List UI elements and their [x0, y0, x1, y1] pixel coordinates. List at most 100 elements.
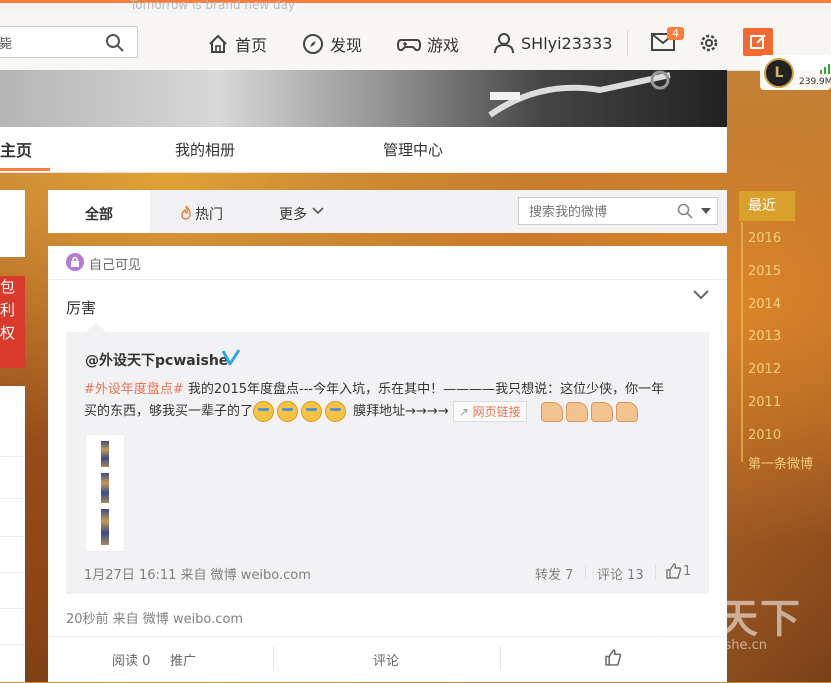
- weibo-search-field[interactable]: [518, 197, 718, 225]
- repost-text-1: 我的2015年度盘点---今年入坑，乐在其中！————我只想说：这位少侠，你一年: [183, 382, 665, 397]
- promote-button[interactable]: 推广: [170, 650, 196, 669]
- extension-speed: 239.9M: [799, 77, 831, 87]
- nav-games[interactable]: 游戏: [397, 32, 459, 56]
- timeline-year-2010[interactable]: 2010: [748, 428, 781, 443]
- comment-button[interactable]: 评论: [373, 650, 399, 669]
- window-top-strip: [0, 0, 831, 14]
- profile-cover-image: [0, 70, 727, 127]
- nav-home[interactable]: 首页: [207, 32, 267, 56]
- link-icon: ↗: [458, 405, 469, 419]
- reposted-card: [66, 332, 709, 594]
- crying-emoji-icon: [325, 401, 347, 422]
- crying-emoji-icon: [301, 401, 323, 422]
- caret-down-icon[interactable]: [701, 208, 711, 214]
- weibo-search-input[interactable]: [527, 202, 671, 222]
- promo-char-1: 包: [0, 278, 16, 296]
- repost-text-3: 膜拜地址→→→→: [349, 404, 449, 419]
- crying-emoji-icon: [277, 401, 299, 422]
- thumbs-up-emoji-icon: [540, 401, 563, 422]
- web-link-chip[interactable]: ↗ 网页链接: [452, 401, 527, 422]
- read-count: 阅读 0: [112, 654, 151, 669]
- watermark-logo: 外设天下: [634, 596, 802, 642]
- chevron-down-icon: [312, 207, 324, 215]
- lock-icon: [66, 253, 84, 271]
- search-value: 毙: [0, 37, 13, 52]
- action-separator: [500, 646, 501, 670]
- repost-image-thumbnail[interactable]: [85, 434, 125, 552]
- nav-divider: [627, 30, 628, 56]
- visibility-label: 自己可见: [89, 258, 142, 273]
- left-promo-card[interactable]: 包 利 权: [0, 276, 25, 368]
- verified-v-icon: [222, 349, 240, 365]
- nav-user[interactable]: SHlyi23333: [493, 32, 612, 54]
- fire-icon: [181, 205, 191, 220]
- repost-forward-count[interactable]: 转发 7: [535, 564, 573, 583]
- hashtag-link[interactable]: #外设年度盘点#: [84, 382, 184, 397]
- repost-text-line1: #外设年度盘点# 我的2015年度盘点---今年入坑，乐在其中！————我只想说…: [84, 378, 664, 397]
- timeline-year-2014[interactable]: 2014: [748, 297, 781, 312]
- search-icon[interactable]: [677, 203, 693, 219]
- tab-home[interactable]: 主页: [0, 137, 32, 161]
- tab-album[interactable]: 我的相册: [175, 139, 235, 160]
- filter-tab-hot[interactable]: 热门: [195, 204, 223, 224]
- gear-icon[interactable]: [698, 32, 720, 54]
- tab-active-underline: [0, 168, 50, 171]
- filter-all-label: 全部: [85, 207, 113, 223]
- post-time-source[interactable]: 20秒前 来自 微博 weibo.com: [66, 608, 243, 627]
- bike-illustration: [488, 70, 671, 118]
- repost-author-link[interactable]: @外设天下pcwaishe: [85, 350, 228, 370]
- post-text: 厉害: [66, 299, 97, 317]
- filter-tab-more[interactable]: 更多: [279, 204, 307, 224]
- promo-char-3: 权: [0, 324, 16, 342]
- thumbs-up-emoji-icon: [565, 401, 588, 422]
- nav-games-label: 游戏: [427, 36, 460, 55]
- meta-separator: [585, 565, 586, 579]
- global-search-input[interactable]: 毙: [0, 26, 138, 58]
- home-icon: [209, 34, 227, 53]
- timeline-year-2015[interactable]: 2015: [748, 264, 781, 279]
- profile-tabs: [0, 127, 727, 173]
- gamepad-icon: [397, 39, 421, 52]
- mail-count-badge: 4: [667, 27, 684, 40]
- repost-comment-count[interactable]: 评论 13: [597, 564, 644, 583]
- post-menu-chevron-icon[interactable]: [693, 290, 709, 300]
- left-info-card: [0, 190, 25, 257]
- user-icon: [494, 33, 514, 54]
- repost-text-2: 买的东西，够我买一辈子的了: [84, 404, 254, 419]
- thumbs-up-emoji-icon: [615, 401, 638, 422]
- nav-discover-label: 发现: [330, 36, 363, 55]
- crying-emoji-icon: [253, 401, 275, 422]
- tab-manage[interactable]: 管理中心: [383, 139, 443, 160]
- timeline-year-2013[interactable]: 2013: [748, 329, 781, 344]
- action-separator: [273, 646, 274, 670]
- like-icon[interactable]: [666, 563, 682, 579]
- signal-bars-icon: [820, 64, 830, 74]
- timeline-year-2016[interactable]: 2016: [748, 231, 781, 246]
- nav-username: SHlyi23333: [521, 33, 613, 53]
- search-icon[interactable]: [105, 33, 125, 53]
- repost-notch: [86, 322, 106, 332]
- repost-like-count: 1: [683, 564, 692, 579]
- thumbs-up-emoji-icon: [590, 401, 613, 422]
- edit-icon: [750, 34, 766, 49]
- like-button-icon[interactable]: [605, 649, 622, 666]
- timeline-line: [741, 222, 743, 462]
- left-list-card: [0, 386, 25, 682]
- nav-discover[interactable]: 发现: [302, 32, 362, 56]
- nav-home-label: 首页: [235, 36, 268, 55]
- timeline-recent[interactable]: 最近: [739, 191, 795, 221]
- watermark-url: www.pcwaishe.cn: [652, 638, 767, 653]
- timeline-year-2012[interactable]: 2012: [748, 362, 781, 377]
- web-link-label: 网页链接: [472, 405, 521, 419]
- timeline-year-2011[interactable]: 2011: [748, 395, 781, 410]
- meta-separator: [655, 565, 656, 579]
- league-logo-icon[interactable]: L: [764, 58, 794, 88]
- timeline-first-post[interactable]: 第一条微博: [748, 453, 813, 472]
- tagline: Tomorrow is brand new day: [130, 0, 296, 12]
- promo-char-2: 利: [0, 301, 16, 319]
- repost-text-line2: 买的东西，够我买一辈子的了 膜拜地址→→→→ ↗ 网页链接: [84, 400, 641, 422]
- repost-time-source[interactable]: 1月27日 16:11 来自 微博 weibo.com: [84, 564, 311, 583]
- visibility-row: [48, 246, 727, 280]
- compose-button[interactable]: [743, 28, 773, 56]
- compass-icon: [303, 34, 323, 54]
